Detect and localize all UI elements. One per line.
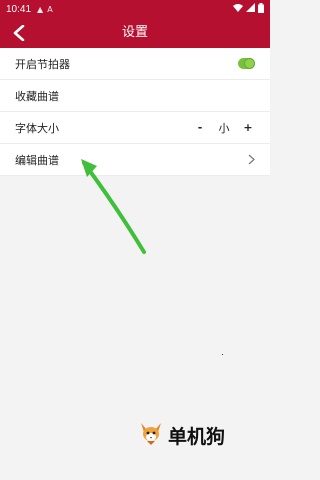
page-title: 设置 xyxy=(121,25,148,40)
cell-signal-icon xyxy=(246,3,255,15)
notification-icon: ▲ xyxy=(37,4,44,14)
wifi-icon xyxy=(233,3,243,15)
setting-row-favorites[interactable]: 收藏曲谱 xyxy=(0,80,270,112)
metronome-toggle[interactable] xyxy=(238,58,255,69)
stray-dot xyxy=(222,354,223,355)
settings-list: 开启节拍器 收藏曲谱 字体大小 - 小 + 编辑曲谱 xyxy=(0,48,270,176)
battery-icon xyxy=(258,2,264,16)
favorites-label: 收藏曲谱 xyxy=(15,89,59,103)
watermark: 单机狗 xyxy=(138,420,225,450)
status-time: 10:41 xyxy=(6,3,32,15)
font-size-increase-button[interactable]: + xyxy=(241,121,255,134)
font-size-decrease-button[interactable]: - xyxy=(193,121,207,134)
setting-row-font-size: 字体大小 - 小 + xyxy=(0,112,270,144)
fox-logo-icon xyxy=(138,420,164,450)
status-bar: 10:41 ▲ A xyxy=(0,0,270,18)
edit-score-label: 编辑曲谱 xyxy=(15,153,59,167)
toggle-knob xyxy=(244,58,255,69)
font-size-label: 字体大小 xyxy=(15,121,59,135)
setting-row-metronome: 开启节拍器 xyxy=(0,48,270,80)
app-bar: 设置 xyxy=(0,18,270,48)
chevron-right-icon xyxy=(248,154,255,165)
watermark-text: 单机狗 xyxy=(168,425,226,448)
metronome-label: 开启节拍器 xyxy=(15,57,70,71)
text-icon: A xyxy=(47,4,53,14)
font-size-stepper: - 小 + xyxy=(193,120,255,136)
setting-row-edit-score[interactable]: 编辑曲谱 xyxy=(0,144,270,176)
font-size-value: 小 xyxy=(218,121,230,135)
